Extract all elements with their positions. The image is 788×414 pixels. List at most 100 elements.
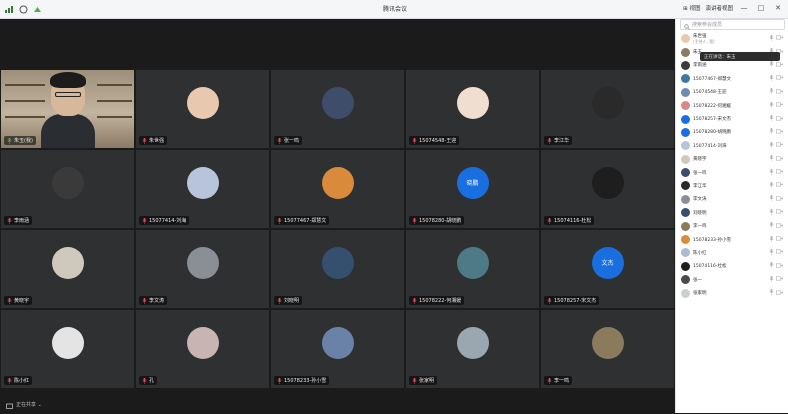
mic-muted-icon[interactable] bbox=[769, 235, 774, 244]
video-tile[interactable]: 晓鹏 15078280-胡晓鹏 bbox=[405, 149, 540, 229]
mic-muted-icon[interactable] bbox=[769, 195, 774, 203]
participant-search[interactable]: 搜索参会成员 bbox=[680, 19, 785, 30]
video-tile[interactable]: 文杰 15078257-宋文杰 bbox=[540, 229, 675, 309]
participant-row[interactable]: 陈小红 bbox=[676, 246, 788, 259]
mic-muted-icon[interactable] bbox=[769, 168, 774, 177]
video-tile[interactable]: 孔 bbox=[135, 309, 270, 389]
camera-off-icon[interactable] bbox=[776, 62, 783, 69]
network-icon[interactable] bbox=[32, 4, 42, 14]
video-tile[interactable]: 15074116-杜松 bbox=[540, 149, 675, 229]
video-tile[interactable]: 李雨涵 bbox=[0, 149, 135, 229]
participant-status-icons bbox=[769, 168, 783, 177]
participant-row[interactable]: 15074548-王迎 bbox=[676, 86, 788, 99]
participant-name: 15074116-杜松 bbox=[693, 263, 727, 269]
maximize-button[interactable]: □ bbox=[755, 4, 767, 12]
mic-muted-icon[interactable] bbox=[769, 181, 774, 190]
participant-row[interactable]: 15077414-刘海 bbox=[676, 139, 788, 152]
mic-muted-icon[interactable] bbox=[769, 61, 774, 69]
camera-off-icon[interactable] bbox=[776, 89, 783, 96]
camera-off-icon[interactable] bbox=[776, 75, 783, 82]
participant-row[interactable]: 李文涛 bbox=[676, 193, 788, 206]
tile-nameplate: 李一鸣 bbox=[544, 376, 573, 385]
video-tile[interactable]: 李文涛 bbox=[135, 229, 270, 309]
camera-off-icon[interactable] bbox=[776, 290, 783, 297]
participant-row[interactable]: 李一鸣 bbox=[676, 219, 788, 232]
participant-name-text: 李文涛 bbox=[693, 197, 707, 203]
mic-muted-icon[interactable] bbox=[769, 101, 774, 110]
video-tile[interactable]: 15077414-刘海 bbox=[135, 149, 270, 229]
tile-name: 陈小红 bbox=[14, 378, 30, 384]
title-bar: 腾讯会议 ⊞ 视图 演讲者视图 — □ ✕ bbox=[0, 0, 788, 19]
participant-row[interactable]: 15077467-郑慧文 bbox=[676, 72, 788, 85]
video-tile[interactable]: 李江华 bbox=[540, 69, 675, 149]
camera-off-icon[interactable] bbox=[776, 209, 783, 216]
mic-muted-icon[interactable] bbox=[769, 208, 774, 217]
mic-muted-icon[interactable] bbox=[769, 262, 774, 270]
camera-off-icon[interactable] bbox=[776, 116, 783, 123]
camera-off-icon[interactable] bbox=[776, 156, 783, 163]
camera-off-icon[interactable] bbox=[776, 223, 783, 230]
participant-row[interactable]: 张一 bbox=[676, 273, 788, 286]
participant-status-icons bbox=[769, 262, 783, 270]
participant-name: 15074548-王迎 bbox=[693, 89, 727, 95]
participant-row[interactable]: 张一鸣 bbox=[676, 166, 788, 179]
mic-muted-icon[interactable] bbox=[769, 115, 774, 123]
camera-off-icon[interactable] bbox=[776, 169, 783, 176]
mic-muted-icon[interactable] bbox=[769, 88, 774, 96]
close-button[interactable]: ✕ bbox=[772, 4, 784, 12]
info-icon[interactable] bbox=[18, 4, 28, 14]
camera-off-icon[interactable] bbox=[776, 263, 783, 270]
participant-row[interactable]: 黄晓宇 bbox=[676, 153, 788, 166]
video-tile[interactable]: 李一鸣 bbox=[540, 309, 675, 389]
video-tile[interactable]: 陈小红 bbox=[0, 309, 135, 389]
video-tile[interactable]: 张一鸣 bbox=[270, 69, 405, 149]
video-tile[interactable]: 朱世强 bbox=[135, 69, 270, 149]
video-tile[interactable]: 15077467-郑慧文 bbox=[270, 149, 405, 229]
mic-muted-icon[interactable] bbox=[769, 155, 774, 163]
participant-row[interactable]: 李江华 bbox=[676, 179, 788, 192]
minimize-button[interactable]: — bbox=[738, 4, 750, 12]
mic-muted-icon[interactable] bbox=[769, 289, 774, 297]
video-tile[interactable]: 15078222-何湘媛 bbox=[405, 229, 540, 309]
video-tile[interactable]: 黄晓宇 bbox=[0, 229, 135, 309]
video-tile[interactable]: 朱玉(我) bbox=[0, 69, 135, 149]
tile-nameplate: 朱玉(我) bbox=[4, 136, 36, 145]
mic-muted-icon[interactable] bbox=[769, 74, 774, 83]
participant-name: 李雨涵 bbox=[693, 62, 707, 68]
mic-muted-icon[interactable] bbox=[769, 275, 774, 284]
video-tile[interactable]: 张家明 bbox=[405, 309, 540, 389]
camera-off-icon[interactable] bbox=[776, 102, 783, 109]
mic-muted-icon[interactable] bbox=[769, 222, 774, 230]
camera-off-icon[interactable] bbox=[776, 236, 783, 243]
tile-name: 李江华 bbox=[554, 138, 570, 144]
participant-row[interactable]: 刘晓明 bbox=[676, 206, 788, 219]
participant-row[interactable]: 15078222-何湘媛 bbox=[676, 99, 788, 112]
layout-toggle-button[interactable]: ⊞ 视图 bbox=[683, 4, 700, 12]
share-status[interactable]: 正在共享 ⌄ bbox=[6, 395, 42, 414]
participant-row[interactable]: 朱世强 (主持人, 我) bbox=[676, 32, 788, 45]
camera-off-icon[interactable] bbox=[776, 142, 783, 149]
signal-icon[interactable] bbox=[4, 4, 14, 14]
participant-status-icons bbox=[769, 181, 783, 190]
participant-row[interactable]: 15078257-宋文杰 bbox=[676, 112, 788, 125]
participant-avatar bbox=[186, 166, 219, 199]
mic-muted-icon[interactable] bbox=[769, 248, 774, 257]
view-mode-button[interactable]: 演讲者视图 bbox=[705, 4, 733, 12]
camera-off-icon[interactable] bbox=[776, 182, 783, 189]
participant-row[interactable]: 15078233-孙小雪 bbox=[676, 233, 788, 246]
tile-nameplate: 15078280-胡晓鹏 bbox=[409, 216, 465, 225]
participant-row[interactable]: 张家明 bbox=[676, 286, 788, 299]
camera-off-icon[interactable] bbox=[776, 196, 783, 203]
video-tile[interactable]: 15074548-王迎 bbox=[405, 69, 540, 149]
mic-muted-icon[interactable] bbox=[769, 141, 774, 150]
mic-muted-icon[interactable] bbox=[769, 128, 774, 136]
video-tile[interactable]: 刘晓明 bbox=[270, 229, 405, 309]
camera-off-icon[interactable] bbox=[776, 129, 783, 136]
camera-off-icon[interactable] bbox=[776, 249, 783, 256]
mic-muted-icon[interactable] bbox=[769, 34, 774, 43]
video-tile[interactable]: 15078233-孙小雪 bbox=[270, 309, 405, 389]
camera-off-icon[interactable] bbox=[776, 35, 783, 42]
participant-row[interactable]: 15078280-胡晓鹏 bbox=[676, 126, 788, 139]
camera-off-icon[interactable] bbox=[776, 276, 783, 283]
participant-row[interactable]: 15074116-杜松 bbox=[676, 260, 788, 273]
